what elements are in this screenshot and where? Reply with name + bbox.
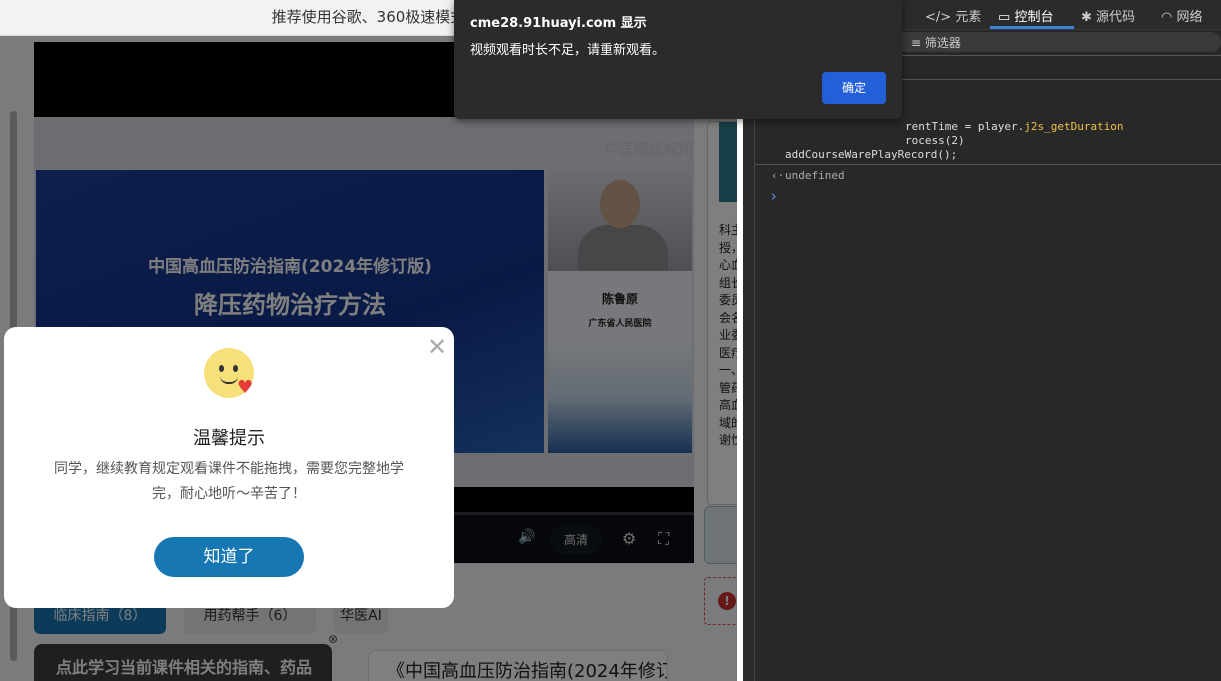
- console-icon: ▭: [998, 10, 1010, 25]
- tab-console[interactable]: ▭ 控制台: [998, 6, 1053, 25]
- reminder-modal: ✕ ♥ 温馨提示 同学，继续教育规定观看课件不能拖拽，需要您完整地学完，耐心地听…: [4, 327, 454, 608]
- alert-title: cme28.91huayi.com 显示: [470, 12, 647, 31]
- got-it-button[interactable]: 知道了: [154, 537, 304, 577]
- modal-message: 同学，继续教育规定观看课件不能拖拽，需要您完整地学完，耐心地听～辛苦了！: [49, 457, 409, 507]
- tab-network[interactable]: ◠ 网络: [1161, 6, 1203, 25]
- filter-icon: ≡: [911, 36, 921, 50]
- return-arrow-icon: ‹·: [771, 169, 784, 182]
- alert-message: 视频观看时长不足，请重新观看。: [470, 39, 665, 58]
- modal-title: 温馨提示: [4, 424, 454, 450]
- browser-alert-dialog: cme28.91huayi.com 显示 视频观看时长不足，请重新观看。 确定: [454, 0, 902, 119]
- console-input-line: rocess(2): [905, 134, 965, 147]
- prompt-icon[interactable]: ›: [769, 187, 778, 205]
- tab-elements[interactable]: </> 元素: [925, 6, 981, 25]
- close-icon[interactable]: ✕: [427, 335, 447, 359]
- tab-sources[interactable]: ✱ 源代码: [1081, 6, 1135, 25]
- console-input-line: addCourseWarePlayRecord();: [785, 148, 957, 161]
- wifi-icon: ◠: [1161, 10, 1172, 25]
- console-input-line: rentTime = player.j2s_getDuration: [905, 120, 1124, 133]
- bug-icon: ✱: [1081, 10, 1092, 25]
- ok-button[interactable]: 确定: [822, 72, 886, 104]
- notice-text: 推荐使用谷歌、360极速模式: [272, 8, 466, 26]
- console-result: undefined: [785, 169, 845, 182]
- heart-icon: ♥: [237, 377, 253, 398]
- active-tab-indicator: [990, 26, 1074, 29]
